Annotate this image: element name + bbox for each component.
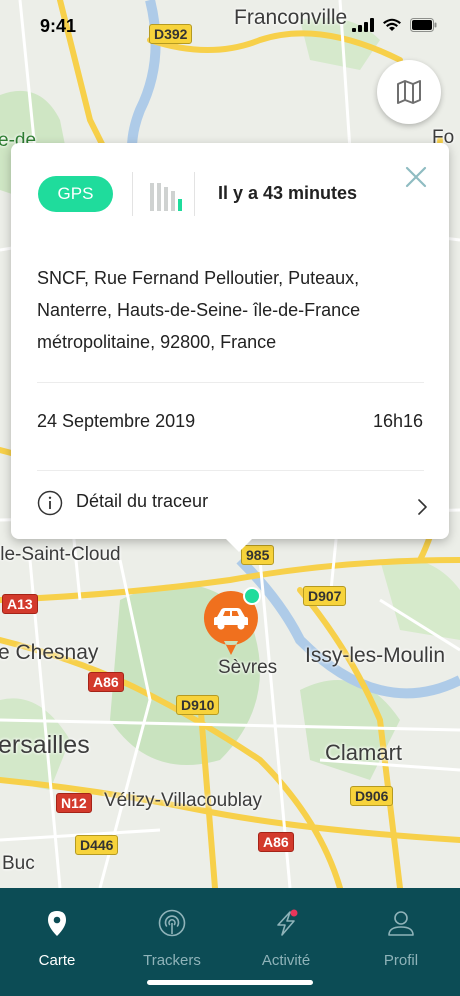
notification-dot (290, 909, 298, 917)
position-date: 24 Septembre 2019 (37, 411, 196, 431)
status-bar: 9:41 (0, 0, 460, 50)
map-pin-icon (48, 911, 66, 936)
tab-label: Activité (261, 952, 311, 969)
tab-activite[interactable]: Activité (241, 908, 331, 969)
address-line: Nanterre, Hauts-de-Seine- île-de-France (37, 300, 361, 320)
tab-label: Carte (38, 952, 76, 969)
road-badge-a13: A13 (2, 594, 38, 614)
road-badge-d910: D910 (176, 695, 220, 715)
lightning-icon (277, 909, 298, 936)
tracker-detail-link[interactable]: Détail du traceur (37, 486, 429, 522)
status-icons (352, 18, 438, 32)
tracker-address: SNCF, Rue Fernand Pelloutier, Puteaux, N… (37, 262, 429, 358)
info-icon (37, 490, 63, 516)
battery-icon (410, 18, 437, 32)
divider (37, 382, 424, 383)
last-seen-time: Il y a 43 minutes (218, 183, 358, 203)
signal-bar (164, 187, 168, 211)
online-status-dot (243, 587, 261, 605)
signal-bar (171, 191, 175, 211)
cellular-signal-icon (352, 18, 374, 32)
map-label-buc: Buc (2, 853, 35, 874)
signal-bar (178, 199, 182, 211)
map-label-sevres: Sèvres (218, 657, 278, 678)
signal-bar (157, 183, 161, 211)
divider (37, 470, 424, 471)
map-label-issy: Issy-les-Moulin (305, 644, 446, 667)
road-badge-d906: D906 (350, 786, 394, 806)
map-label-versailles: ersailles (0, 731, 90, 759)
tab-trackers[interactable]: Trackers (127, 908, 217, 969)
divider (194, 172, 195, 216)
tab-label: Trackers (143, 952, 201, 969)
wifi-icon (383, 18, 401, 31)
tab-profil[interactable]: Profil (356, 908, 446, 969)
tab-carte[interactable]: Carte (12, 908, 102, 969)
divider (132, 172, 133, 216)
signal-bar (150, 183, 154, 211)
tab-label: Profil (383, 952, 419, 969)
signal-strength-indicator (150, 183, 182, 211)
address-line: SNCF, Rue Fernand Pelloutier, Puteaux, (37, 268, 360, 288)
road-badge-a86: A86 (88, 672, 124, 692)
road-badge-n12: N12 (56, 793, 92, 813)
road-badge-d446: D446 (75, 835, 119, 855)
home-indicator (147, 980, 313, 985)
close-icon[interactable] (404, 165, 428, 189)
address-line: métropolitaine, 92800, France (37, 332, 277, 352)
map-type-button[interactable] (377, 60, 441, 124)
tracker-detail-label: Détail du traceur (76, 491, 209, 511)
map-label-velizy: Vélizy-Villacoublay (104, 790, 263, 811)
road-badge-d907: D907 (303, 586, 347, 606)
map-label-chesnay: e Chesnay (0, 641, 99, 664)
chevron-right-icon (418, 499, 427, 515)
user-icon (388, 911, 414, 936)
position-hour: 16h16 (372, 411, 423, 431)
map-label-saint-cloud: lle-Saint-Cloud (0, 544, 121, 565)
signal-broadcast-icon (158, 909, 186, 937)
gps-badge: GPS (38, 176, 113, 212)
status-time: 9:41 (40, 16, 77, 36)
card-pointer (225, 538, 253, 552)
folded-map-icon (397, 80, 421, 104)
tracker-info-card: GPS Il y a 43 minutes SNCF, Rue Fernand … (11, 143, 449, 552)
road-badge-a86-bottom: A86 (258, 832, 294, 852)
map-label-clamart: Clamart (325, 740, 403, 765)
